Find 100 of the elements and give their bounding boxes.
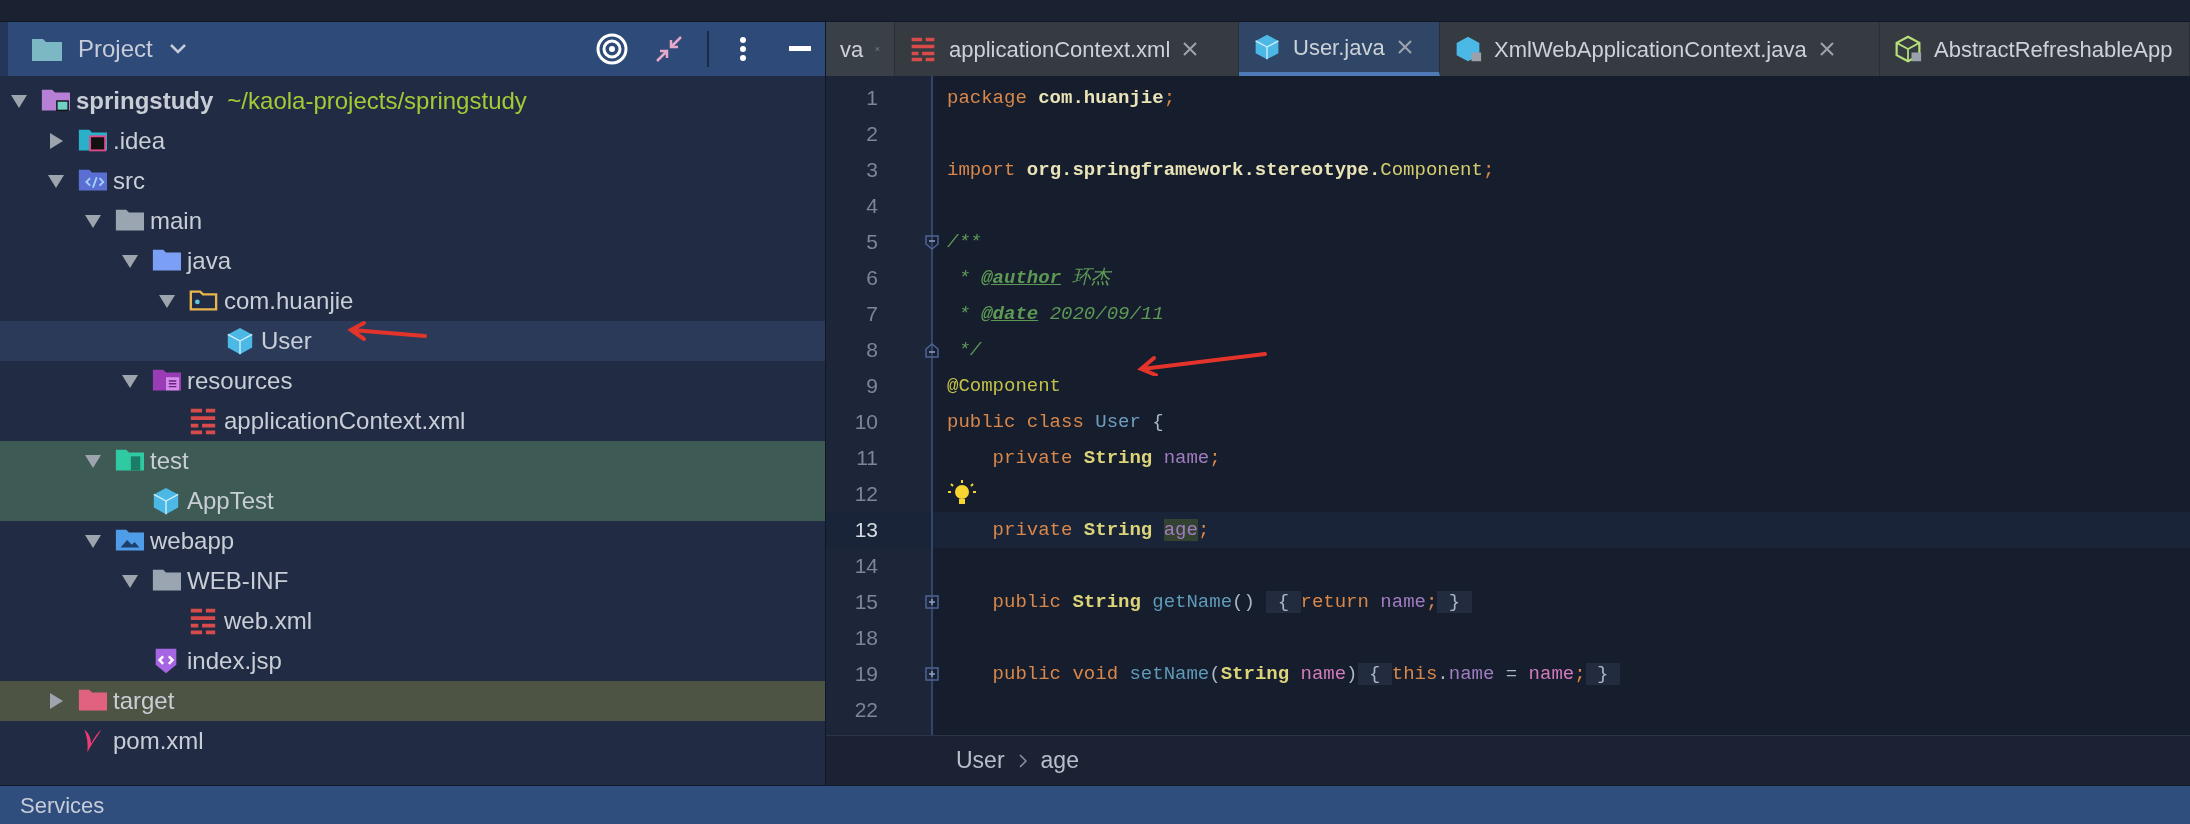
close-icon[interactable] [1396, 39, 1413, 55]
panel-title[interactable]: Project [78, 31, 153, 67]
xml-file-icon [188, 406, 218, 436]
line-number: 4 [865, 193, 878, 220]
line-number: 9 [865, 373, 878, 400]
line-number: 10 [853, 409, 878, 436]
line-number: 19 [853, 661, 878, 688]
line-number: 11 [855, 445, 878, 472]
code-line: @Component [947, 373, 1062, 399]
caret-icon[interactable] [10, 92, 28, 110]
caret-icon[interactable] [47, 132, 65, 150]
line-number: 2 [865, 121, 878, 148]
tree-row[interactable]: index.jsp [0, 641, 825, 681]
breadcrumb-item[interactable]: age [1040, 743, 1079, 778]
code-line: public String getName() { return name; } [947, 587, 1472, 617]
tree-row[interactable]: com.huanjie [0, 281, 825, 321]
tree-row[interactable]: User [0, 321, 825, 361]
fold-marker-icon[interactable] [924, 341, 940, 359]
chevron-right-icon [1018, 753, 1027, 768]
more-icon[interactable] [739, 36, 747, 62]
line-number: 3 [865, 157, 878, 184]
code-line: package com.huanjie; [947, 85, 1176, 111]
tree-item-label[interactable]: springstudy [76, 83, 214, 119]
cube-icon [225, 326, 255, 356]
tree-row[interactable]: .idea [0, 121, 825, 161]
chevron-down-icon[interactable] [168, 43, 187, 55]
tree-row[interactable]: webapp [0, 521, 825, 561]
tree-item-label[interactable]: pom.xml [113, 723, 204, 759]
code-line: * @author 环杰 [957, 265, 1111, 291]
tree-item-label[interactable]: index.jsp [187, 643, 282, 679]
fold-marker-icon[interactable] [924, 593, 940, 611]
tree-row[interactable]: src [0, 161, 825, 201]
cube-icon [1454, 35, 1482, 63]
code-line: */ [957, 337, 982, 363]
tree-row[interactable]: applicationContext.xml [0, 401, 825, 441]
editor-tab[interactable]: User.java [1239, 22, 1440, 76]
collapse-icon[interactable] [655, 35, 683, 63]
tree-item-label[interactable]: AppTest [187, 483, 274, 519]
line-number: 1 [865, 85, 878, 112]
path-hint: ~/kaola-projects/springstudy [227, 86, 527, 116]
cube-icon [151, 486, 181, 516]
code-line: private String age; [991, 517, 1210, 543]
line-number: 6 [865, 265, 878, 292]
tree-row[interactable]: springstudy ~/kaola-projects/springstudy [0, 81, 825, 121]
line-number: 12 [853, 481, 878, 508]
tree-row[interactable]: AppTest [0, 481, 825, 521]
tool-window-title[interactable]: Services [20, 788, 105, 822]
editor-tab[interactable]: AbstractRefreshableApp [1880, 22, 2190, 76]
caret-icon[interactable] [121, 572, 139, 590]
tree-item-label[interactable]: target [113, 683, 175, 719]
line-number: 14 [853, 553, 878, 580]
caret-icon[interactable] [158, 292, 176, 310]
line-number: 5 [865, 229, 878, 256]
caret-icon[interactable] [84, 212, 102, 230]
tree-item-label[interactable]: src [113, 163, 145, 199]
tree-item-label[interactable]: web.xml [224, 603, 313, 639]
code-line: public class User { [947, 409, 1164, 435]
caret-icon[interactable] [121, 252, 139, 270]
tree-item-label[interactable]: java [187, 243, 232, 279]
editor-tab[interactable]: XmlWebApplicationContext.java [1440, 22, 1880, 76]
xml-file-icon [909, 35, 937, 63]
target-icon[interactable] [595, 32, 629, 66]
line-number: 15 [853, 589, 878, 616]
tree-item-label[interactable]: User [261, 323, 312, 359]
fold-marker-icon[interactable] [924, 233, 940, 251]
line-number: 7 [865, 301, 878, 328]
fold-marker-icon[interactable] [924, 665, 940, 683]
code-line: private String name; [991, 445, 1221, 471]
line-number: 13 [853, 517, 878, 544]
tree-row[interactable]: web.xml [0, 601, 825, 641]
caret-icon[interactable] [121, 372, 139, 390]
line-number: 18 [853, 625, 878, 652]
cube-icon [1253, 33, 1281, 61]
minimize-icon[interactable] [789, 46, 811, 52]
caret-icon[interactable] [47, 172, 65, 190]
tree-item-label[interactable]: test [150, 443, 189, 479]
editor-tab[interactable]: applicationContext.xml [895, 22, 1239, 76]
line-number: 22 [853, 697, 878, 724]
tree-row[interactable]: resources [0, 361, 825, 401]
tree-item-label[interactable]: com.huanjie [224, 283, 354, 319]
caret-icon[interactable] [84, 532, 102, 550]
tree-row[interactable]: target [0, 681, 825, 721]
tree-row[interactable]: java [0, 241, 825, 281]
breadcrumb-item[interactable]: User [956, 743, 1005, 778]
caret-icon[interactable] [84, 452, 102, 470]
tree-row[interactable]: test [0, 441, 825, 481]
tree-item-label[interactable]: main [150, 203, 203, 239]
cube-icon [1894, 35, 1922, 63]
tree-item-label[interactable]: webapp [150, 523, 235, 559]
tree-item-label[interactable]: .idea [113, 123, 166, 159]
close-icon[interactable] [1818, 41, 1835, 57]
tree-item-label[interactable]: WEB-INF [187, 563, 289, 599]
tree-item-label[interactable]: resources [187, 363, 293, 399]
tree-row[interactable]: WEB-INF [0, 561, 825, 601]
caret-icon[interactable] [47, 692, 65, 710]
code-line: * @date 2020/09/11 [957, 301, 1164, 327]
close-icon[interactable] [1182, 41, 1199, 57]
tree-row[interactable]: main [0, 201, 825, 241]
tree-item-label[interactable]: applicationContext.xml [224, 403, 466, 439]
tree-row[interactable]: pom.xml [0, 721, 825, 761]
